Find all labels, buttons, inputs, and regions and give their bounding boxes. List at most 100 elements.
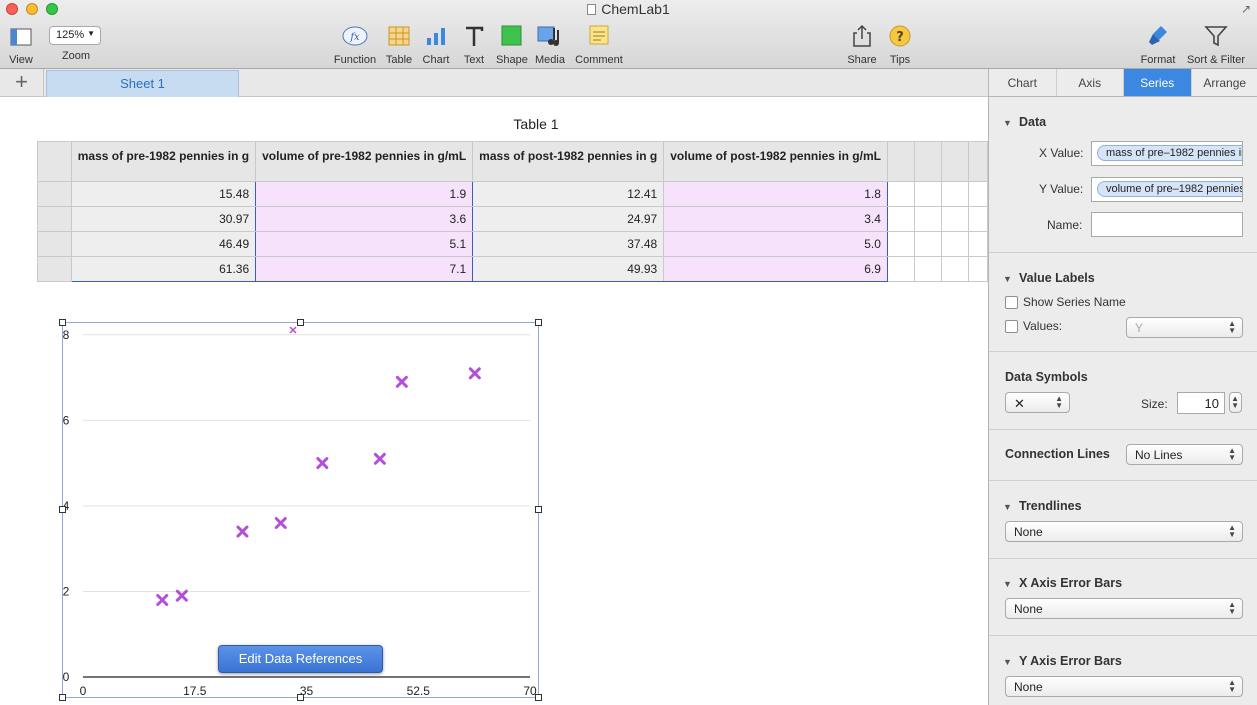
share-button[interactable]: Share	[846, 24, 878, 66]
tips-button[interactable]: ? Tips	[886, 24, 914, 66]
row-header[interactable]	[37, 231, 72, 257]
resize-handle[interactable]	[59, 694, 66, 701]
resize-handle[interactable]	[535, 319, 542, 326]
table-button[interactable]: Table	[384, 24, 414, 66]
table-cell[interactable]: 7.1	[255, 256, 474, 282]
table-cell[interactable]: 1.8	[663, 181, 888, 207]
text-button[interactable]: Text	[460, 24, 488, 66]
column-header[interactable]: mass of pre-1982 pennies in g	[70, 141, 257, 182]
comment-button[interactable]: Comment	[574, 24, 624, 66]
disclosure-triangle-icon[interactable]: ▼	[1003, 118, 1012, 128]
table-cell[interactable]	[914, 206, 943, 232]
disclosure-triangle-icon[interactable]: ▼	[1003, 502, 1012, 512]
show-series-name-checkbox[interactable]	[1005, 296, 1018, 309]
sheet-tab[interactable]: Sheet 1	[46, 70, 239, 97]
resize-handle[interactable]	[535, 694, 542, 701]
sort-filter-button[interactable]: Sort & Filter	[1185, 24, 1247, 66]
size-input[interactable]: 10	[1177, 392, 1225, 414]
resize-handle[interactable]	[59, 319, 66, 326]
values-select[interactable]: Y ▲ ▼	[1126, 317, 1243, 338]
resize-handle[interactable]	[297, 319, 304, 326]
tab-series[interactable]: Series	[1124, 69, 1192, 96]
table-cell[interactable]	[941, 256, 970, 282]
row-header[interactable]	[37, 256, 72, 282]
edit-data-references-button[interactable]: Edit Data References	[218, 645, 383, 673]
chart-selection-frame[interactable]	[62, 322, 539, 698]
table-cell[interactable]	[914, 256, 943, 282]
updown-arrows-icon: ▲ ▼	[1228, 523, 1236, 539]
table-cell[interactable]: 3.6	[255, 206, 474, 232]
x-value-token[interactable]: mass of pre–1982 pennies in g	[1097, 145, 1242, 161]
fullscreen-icon[interactable]: ↗	[1241, 2, 1251, 16]
y-value-field[interactable]: volume of pre–1982 pennies in g/mL	[1091, 177, 1243, 202]
table-cell[interactable]	[886, 181, 916, 207]
table-cell[interactable]: 30.97	[70, 206, 257, 232]
format-button[interactable]: Format	[1138, 24, 1178, 66]
table-cell[interactable]: 24.97	[472, 206, 665, 232]
table-cell[interactable]: 6.9	[663, 256, 888, 282]
table-cell[interactable]	[886, 231, 916, 257]
tab-axis[interactable]: Axis	[1057, 69, 1124, 96]
tab-chart[interactable]: Chart	[989, 69, 1057, 96]
table-cell[interactable]	[886, 206, 916, 232]
table-cell[interactable]: 15.48	[70, 181, 257, 207]
table-cell[interactable]	[886, 256, 916, 282]
column-header[interactable]: volume of post-1982 pennies in g/mL	[663, 141, 888, 182]
tab-arrange[interactable]: Arrange	[1192, 69, 1257, 96]
disclosure-triangle-icon[interactable]: ▼	[1003, 579, 1012, 589]
table-cell[interactable]	[968, 256, 988, 282]
resize-handle[interactable]	[535, 506, 542, 513]
chart-button[interactable]: Chart	[421, 24, 451, 66]
table-cell[interactable]: 5.1	[255, 231, 474, 257]
function-label: Function	[333, 54, 377, 66]
add-sheet-button[interactable]: +	[0, 69, 44, 97]
table-cell[interactable]	[941, 181, 970, 207]
y-error-bars-select[interactable]: None ▲ ▼	[1005, 676, 1243, 697]
connection-lines-select[interactable]: No Lines ▲ ▼	[1126, 444, 1243, 465]
x-error-bars-select[interactable]: None ▲ ▼	[1005, 598, 1243, 619]
table-cell[interactable]: 3.4	[663, 206, 888, 232]
column-header-empty[interactable]	[968, 141, 988, 182]
column-header[interactable]: volume of pre-1982 pennies in g/mL	[255, 141, 474, 182]
table-cell[interactable]	[968, 231, 988, 257]
table-cell[interactable]	[941, 231, 970, 257]
resize-handle[interactable]	[59, 506, 66, 513]
x-value-field[interactable]: mass of pre–1982 pennies in g	[1091, 141, 1243, 166]
column-header-empty[interactable]	[886, 141, 916, 182]
values-label[interactable]: Values:	[1023, 319, 1062, 333]
values-checkbox[interactable]	[1005, 320, 1018, 333]
shape-button[interactable]: Shape	[496, 24, 528, 66]
row-header[interactable]	[37, 206, 72, 232]
function-button[interactable]: fx Function	[332, 24, 378, 66]
column-header[interactable]: mass of post-1982 pennies in g	[472, 141, 665, 182]
table-title[interactable]: Table 1	[440, 116, 632, 132]
corner-cell[interactable]	[37, 141, 72, 182]
zoom-select[interactable]: 125% ▼	[49, 26, 101, 45]
y-value-token[interactable]: volume of pre–1982 pennies in g/mL	[1097, 181, 1242, 197]
symbol-select[interactable]: ✕ ▲ ▼	[1005, 392, 1070, 413]
table-cell[interactable]	[968, 206, 988, 232]
table-cell[interactable]	[968, 181, 988, 207]
table-cell[interactable]: 1.9	[255, 181, 474, 207]
size-stepper[interactable]: ▲ ▼	[1229, 392, 1242, 413]
show-series-name-label[interactable]: Show Series Name	[1023, 295, 1126, 309]
table-cell[interactable]: 61.36	[70, 256, 257, 282]
table-cell[interactable]: 5.0	[663, 231, 888, 257]
table-cell[interactable]	[914, 231, 943, 257]
table-cell[interactable]: 49.93	[472, 256, 665, 282]
view-button[interactable]: View	[6, 24, 36, 66]
column-header-empty[interactable]	[914, 141, 943, 182]
table-cell[interactable]	[914, 181, 943, 207]
table-cell[interactable]: 37.48	[472, 231, 665, 257]
resize-handle[interactable]	[297, 694, 304, 701]
table-cell[interactable]	[941, 206, 970, 232]
disclosure-triangle-icon[interactable]: ▼	[1003, 657, 1012, 667]
table-cell[interactable]: 46.49	[70, 231, 257, 257]
column-header-empty[interactable]	[941, 141, 970, 182]
trendlines-select[interactable]: None ▲ ▼	[1005, 521, 1243, 542]
table-cell[interactable]: 12.41	[472, 181, 665, 207]
media-button[interactable]: Media	[535, 24, 565, 66]
disclosure-triangle-icon[interactable]: ▼	[1003, 274, 1012, 284]
row-header[interactable]	[37, 181, 72, 207]
series-name-input[interactable]	[1091, 212, 1243, 237]
